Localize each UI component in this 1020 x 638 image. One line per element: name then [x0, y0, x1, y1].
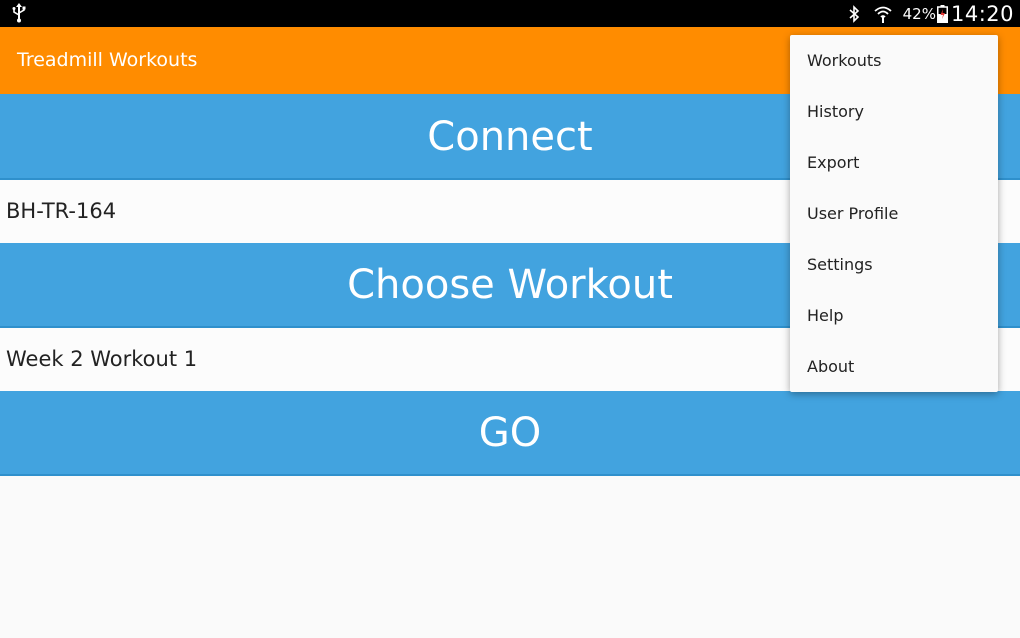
battery-icon: [936, 4, 948, 23]
overflow-menu: Workouts History Export User Profile Set…: [790, 35, 998, 392]
menu-item-about[interactable]: About: [790, 341, 998, 392]
app-title: Treadmill Workouts: [17, 49, 198, 71]
menu-item-settings[interactable]: Settings: [790, 239, 998, 290]
go-button[interactable]: GO: [0, 391, 1020, 476]
wifi-icon: [874, 6, 892, 23]
status-indicators: 42% 14:20: [847, 0, 1014, 27]
bluetooth-icon: [849, 4, 859, 23]
menu-item-user-profile[interactable]: User Profile: [790, 188, 998, 239]
clock: 14:20: [950, 1, 1014, 26]
menu-item-history[interactable]: History: [790, 86, 998, 137]
menu-item-help[interactable]: Help: [790, 290, 998, 341]
app-screen: 42% 14:20 Treadmill Workouts Connect BH-…: [0, 0, 1020, 638]
status-bar: 42% 14:20: [0, 0, 1020, 27]
menu-item-export[interactable]: Export: [790, 137, 998, 188]
usb-icon: [12, 3, 26, 23]
battery-percent: 42%: [902, 4, 936, 23]
menu-item-workouts[interactable]: Workouts: [790, 35, 998, 86]
